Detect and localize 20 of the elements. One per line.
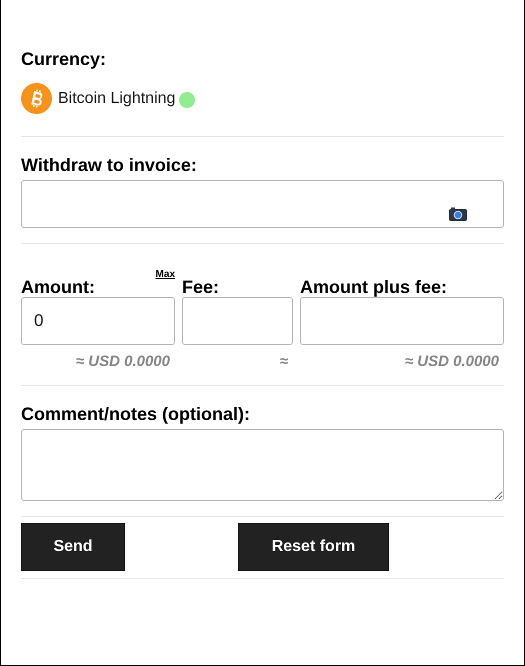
max-link[interactable]: Max <box>156 269 175 280</box>
currency-label: Currency: <box>21 48 108 70</box>
reset-button[interactable]: Reset form <box>238 523 389 571</box>
invoice-field[interactable] <box>21 180 504 228</box>
camera-icon[interactable] <box>449 207 467 221</box>
fee-field[interactable] <box>182 297 293 345</box>
usd-estimate: ≈ <box>278 353 289 370</box>
amount-field[interactable]: 0 <box>21 297 175 345</box>
total-label: Amount plus fee: <box>300 276 447 298</box>
send-button[interactable]: Send <box>21 523 125 571</box>
usd-estimate: ≈ USD 0.0000 <box>404 353 500 370</box>
bitcoin-icon <box>21 83 52 114</box>
amount-label: Amount: <box>21 276 95 298</box>
fee-label: Fee: <box>182 276 220 298</box>
usd-estimate: ≈ USD 0.0000 <box>74 353 171 370</box>
invoice-label: Withdraw to invoice: <box>21 154 198 176</box>
currency-name: Bitcoin Lightning <box>58 90 176 108</box>
comment-label: Comment/notes (optional): <box>21 403 251 425</box>
total-field[interactable] <box>300 297 504 345</box>
comment-field[interactable] <box>21 429 504 501</box>
